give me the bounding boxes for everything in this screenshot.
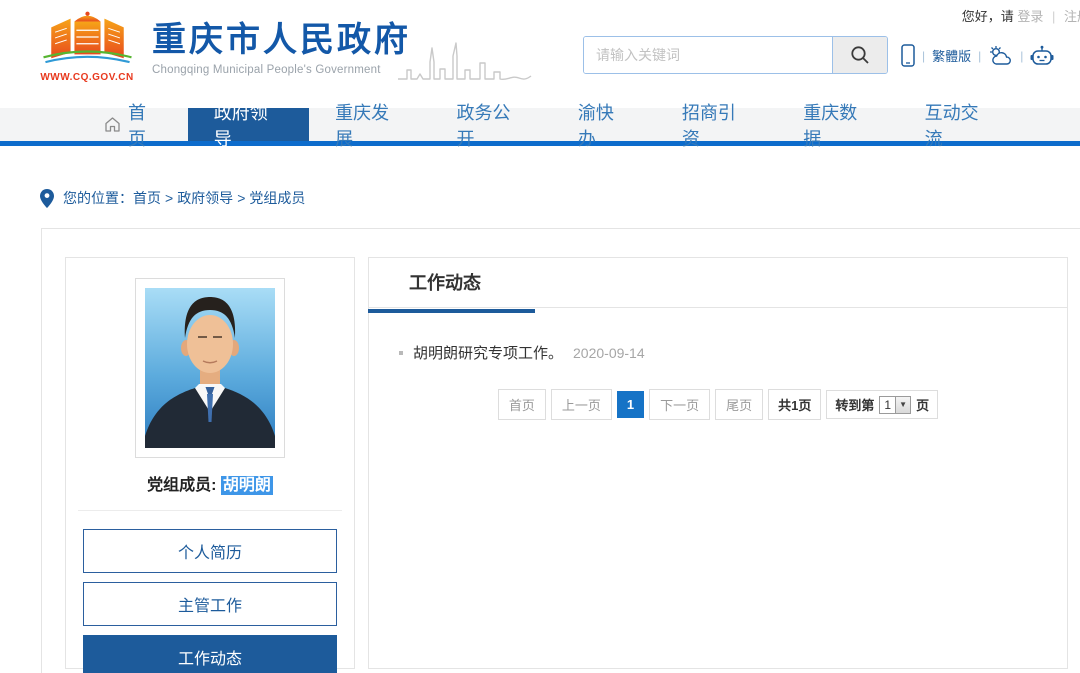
chevron-down-icon[interactable]: ▼ xyxy=(895,397,910,413)
search-button[interactable] xyxy=(832,37,887,73)
pagination-goto: 转到第 1 ▼ 页 xyxy=(826,390,938,419)
nav-item-home[interactable]: 首页 xyxy=(78,108,188,141)
nav-item-label: 招商引资 xyxy=(682,99,751,151)
page: 您好，请 登录 | 注册 xyxy=(0,0,1080,673)
nav-item-label: 政务公开 xyxy=(457,99,526,151)
nav-item-label: 互动交流 xyxy=(925,99,994,151)
site-name-en: Chongqing Municipal People's Government xyxy=(152,64,411,76)
role-label: 党组成员: xyxy=(147,477,216,494)
login-link[interactable]: 登录 xyxy=(1017,9,1043,24)
pagination-prev-button[interactable]: 上一页 xyxy=(551,389,612,420)
goto-prefix: 转到第 xyxy=(835,395,874,414)
search-icon xyxy=(849,44,871,66)
nav-item-chongqing-development[interactable]: 重庆发展 xyxy=(309,108,430,141)
site-name-cn: 重庆市人民政府 xyxy=(152,22,411,59)
sidebar-menu-resume[interactable]: 个人简历 xyxy=(83,529,337,573)
weather-icon[interactable] xyxy=(988,45,1013,66)
traditional-chinese-link[interactable]: 繁體版 xyxy=(932,46,971,65)
main-nav: 首页 政府领导 重庆发展 政务公开 渝快办 招商引资 重庆数据 互动交流 xyxy=(0,108,1080,146)
sidebar-menu-work-updates[interactable]: 工作动态 xyxy=(83,635,337,673)
pagination-current-page[interactable]: 1 xyxy=(617,391,644,418)
breadcrumb-home[interactable]: 首页 xyxy=(133,188,161,208)
nav-item-label: 首页 xyxy=(128,99,162,151)
nav-item-interaction[interactable]: 互动交流 xyxy=(899,108,1020,141)
article-link[interactable]: 胡明朗研究专项工作。 xyxy=(413,342,563,363)
goto-page-select[interactable]: 1 ▼ xyxy=(879,396,911,414)
site-logo[interactable]: WWW.CQ.GOV.CN 重庆市人民政府 Chongqing Municipa… xyxy=(38,8,411,83)
list-item: 胡明朗研究专项工作。 2020-09-14 xyxy=(399,342,1037,363)
work-updates-panel: 工作动态 胡明朗研究专项工作。 2020-09-14 首页 上一页 1 下一页 … xyxy=(368,257,1068,669)
pagination-total-pages: 共1页 xyxy=(768,389,821,420)
logo-building-icon: WWW.CQ.GOV.CN xyxy=(38,8,136,83)
nav-item-investment[interactable]: 招商引资 xyxy=(656,108,777,141)
topbar-divider: | xyxy=(1052,9,1055,24)
tool-divider: | xyxy=(1020,49,1023,63)
search-box xyxy=(583,36,888,74)
breadcrumb-separator: > xyxy=(165,190,173,206)
role-line: 党组成员: 胡明朗 xyxy=(66,471,354,495)
greeting-text: 您好，请 xyxy=(962,9,1014,24)
official-photo-frame xyxy=(135,278,285,458)
nav-item-label: 重庆数据 xyxy=(803,99,872,151)
pagination: 首页 上一页 1 下一页 尾页 共1页 转到第 1 ▼ 页 xyxy=(399,389,1037,420)
pagination-last-button[interactable]: 尾页 xyxy=(715,389,763,420)
breadcrumb-prefix: 您的位置： xyxy=(63,188,133,208)
nav-item-chongqing-data[interactable]: 重庆数据 xyxy=(777,108,898,141)
breadcrumb-party-members[interactable]: 党组成员 xyxy=(249,188,305,208)
article-date: 2020-09-14 xyxy=(573,345,645,361)
sidebar-menu-responsibilities[interactable]: 主管工作 xyxy=(83,582,337,626)
goto-page-value: 1 xyxy=(880,397,895,413)
site-name: 重庆市人民政府 Chongqing Municipal People's Gov… xyxy=(152,8,411,83)
official-profile-card: 党组成员: 胡明朗 个人简历 主管工作 工作动态 xyxy=(65,257,355,669)
robot-assistant-icon[interactable] xyxy=(1030,45,1054,67)
pagination-first-button[interactable]: 首页 xyxy=(498,389,546,420)
official-portrait-photo xyxy=(145,288,275,448)
search-input[interactable] xyxy=(584,37,832,73)
section-title: 工作动态 xyxy=(409,273,481,293)
breadcrumb-government-leaders[interactable]: 政府领导 xyxy=(177,188,233,208)
breadcrumb: 您的位置： 首页 > 政府领导 > 党组成员 xyxy=(40,188,305,208)
nav-item-label: 渝快办 xyxy=(578,99,630,151)
home-icon xyxy=(104,116,121,133)
logo-url-text: WWW.CQ.GOV.CN xyxy=(38,72,136,83)
nav-item-label: 重庆发展 xyxy=(335,99,404,151)
official-name: 胡明朗 xyxy=(221,476,273,495)
goto-suffix: 页 xyxy=(916,395,929,414)
nav-item-yukuaiban[interactable]: 渝快办 xyxy=(552,108,656,141)
nav-item-government-affairs[interactable]: 政务公开 xyxy=(431,108,552,141)
skyline-decoration-icon xyxy=(398,32,550,92)
article-list: 胡明朗研究专项工作。 2020-09-14 首页 上一页 1 下一页 尾页 共1… xyxy=(369,308,1067,420)
location-pin-icon xyxy=(40,189,54,208)
section-header: 工作动态 xyxy=(369,258,1067,308)
bullet-icon xyxy=(399,351,403,355)
nav-item-government-leaders[interactable]: 政府领导 xyxy=(188,108,309,141)
breadcrumb-separator: > xyxy=(237,190,245,206)
pagination-next-button[interactable]: 下一页 xyxy=(649,389,710,420)
tool-divider: | xyxy=(922,49,925,63)
header-tools: | 繁體版 | | xyxy=(901,44,1054,67)
mobile-version-icon[interactable] xyxy=(901,44,915,67)
nav-item-label: 政府领导 xyxy=(214,99,283,151)
tool-divider: | xyxy=(978,49,981,63)
register-link[interactable]: 注册 xyxy=(1064,9,1080,24)
topbar: 您好，请 登录 | 注册 xyxy=(962,6,1080,25)
section-title-accent xyxy=(368,309,535,313)
profile-side-menu: 个人简历 主管工作 工作动态 xyxy=(66,511,354,673)
